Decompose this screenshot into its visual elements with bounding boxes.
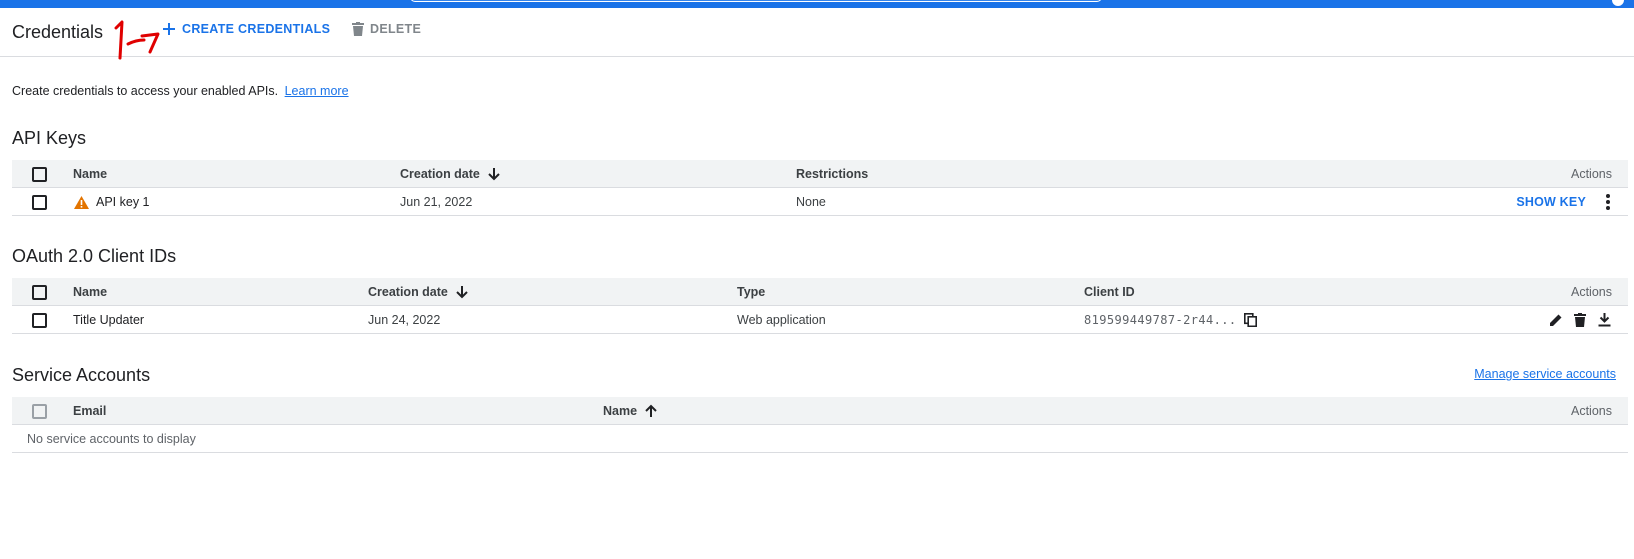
oauth-table: Name Creation date Type Client ID Action… <box>12 278 1628 334</box>
copy-icon[interactable] <box>1241 310 1261 330</box>
column-header-name[interactable]: Name <box>603 397 657 425</box>
arrow-down-icon <box>456 285 468 299</box>
edit-icon[interactable] <box>1546 310 1566 330</box>
oauth-row-actions <box>1546 306 1614 334</box>
api-key-creation-date: Jun 21, 2022 <box>400 195 473 209</box>
intro-text: Create credentials to access your enable… <box>12 84 349 98</box>
delete-label: DELETE <box>370 22 422 36</box>
column-header-email[interactable]: Email <box>73 397 106 425</box>
page-title: Credentials <box>12 22 104 42</box>
column-header-type: Type <box>737 285 766 299</box>
account-avatar[interactable] <box>1612 0 1624 6</box>
delete-button[interactable]: DELETE <box>352 22 421 36</box>
oauth-type: Web application <box>737 313 826 327</box>
download-icon[interactable] <box>1594 310 1614 330</box>
manage-service-accounts-link[interactable]: Manage service accounts <box>1474 367 1616 381</box>
more-vert-icon[interactable] <box>1598 192 1618 212</box>
create-credentials-label: CREATE CREDENTIALS <box>182 22 331 36</box>
api-keys-title: API Keys <box>12 128 87 148</box>
intro-description: Create credentials to access your enable… <box>12 84 279 98</box>
page-header: Credentials CREATE CREDENTIALS DELETE <box>0 8 1634 60</box>
trash-icon[interactable] <box>1570 310 1590 330</box>
create-credentials-button[interactable]: CREATE CREDENTIALS <box>162 22 330 36</box>
table-header-row: Name Creation date Type Client ID Action… <box>12 278 1628 306</box>
row-checkbox[interactable] <box>32 188 48 216</box>
oauth-title: OAuth 2.0 Client IDs <box>12 246 177 266</box>
oauth-client-name[interactable]: Title Updater <box>73 306 144 334</box>
empty-state-text: No service accounts to display <box>27 432 196 446</box>
service-accounts-table: Email Name Actions No service accounts t… <box>12 397 1628 453</box>
trash-icon <box>352 22 364 36</box>
creation-date-label: Creation date <box>368 285 448 299</box>
api-keys-table: Name Creation date Restrictions Actions … <box>12 160 1628 216</box>
table-row[interactable]: API key 1 Jun 21, 2022 None SHOW KEY <box>12 188 1628 216</box>
column-header-restrictions: Restrictions <box>796 167 869 181</box>
top-app-bar <box>0 0 1634 8</box>
column-header-actions: Actions <box>1571 285 1612 299</box>
select-all-checkbox[interactable] <box>32 397 48 425</box>
name-label: Name <box>603 404 638 418</box>
show-key-button[interactable]: SHOW KEY <box>1516 195 1586 209</box>
service-accounts-title: Service Accounts <box>12 365 151 385</box>
empty-state-row: No service accounts to display <box>12 425 1628 453</box>
arrow-down-icon <box>488 167 500 181</box>
api-key-name-cell[interactable]: API key 1 <box>74 188 150 216</box>
column-header-client-id: Client ID <box>1084 285 1135 299</box>
oauth-creation-date: Jun 24, 2022 <box>368 313 441 327</box>
column-header-name[interactable]: Name <box>73 278 107 306</box>
creation-date-label: Creation date <box>400 167 480 181</box>
table-row[interactable]: Title Updater Jun 24, 2022 Web applicati… <box>12 306 1628 334</box>
table-header-row: Name Creation date Restrictions Actions <box>12 160 1628 188</box>
api-key-name: API key 1 <box>96 195 150 209</box>
api-key-restrictions: None <box>796 195 826 209</box>
plus-icon <box>163 23 175 35</box>
table-header-row: Email Name Actions <box>12 397 1628 425</box>
column-header-actions: Actions <box>1571 404 1612 418</box>
learn-more-link[interactable]: Learn more <box>285 84 349 98</box>
hand-drawn-annotation <box>114 20 160 60</box>
row-checkbox[interactable] <box>32 306 48 334</box>
search-bar[interactable] <box>410 0 1102 2</box>
column-header-creation-date[interactable]: Creation date <box>400 160 500 188</box>
oauth-client-id-cell: 819599449787-2r44... <box>1084 306 1261 334</box>
warning-icon <box>74 195 89 209</box>
select-all-checkbox[interactable] <box>32 278 48 306</box>
api-key-actions: SHOW KEY <box>1516 188 1618 216</box>
column-header-name[interactable]: Name <box>73 160 107 188</box>
select-all-checkbox[interactable] <box>32 160 48 188</box>
column-header-creation-date[interactable]: Creation date <box>368 278 468 306</box>
oauth-client-id: 819599449787-2r44... <box>1084 313 1237 327</box>
column-header-actions: Actions <box>1571 167 1612 181</box>
arrow-up-icon <box>645 404 657 418</box>
